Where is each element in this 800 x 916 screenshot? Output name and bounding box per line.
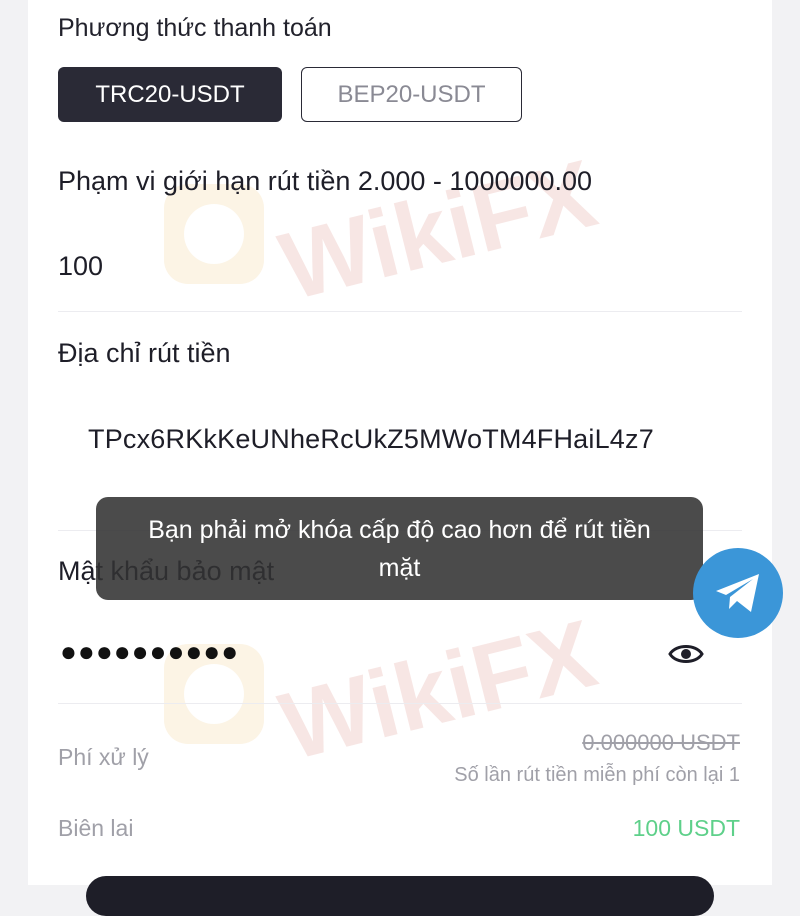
divider xyxy=(58,311,742,312)
submit-button[interactable] xyxy=(86,876,714,916)
error-toast: Bạn phải mở khóa cấp độ cao hơn để rút t… xyxy=(96,497,703,600)
bep20-usdt-button[interactable]: BEP20-USDT xyxy=(301,67,522,122)
telegram-button[interactable] xyxy=(693,548,783,638)
withdraw-limit-text: Phạm vi giới hạn rút tiền 2.000 - 100000… xyxy=(58,166,593,196)
toast-message-line1: Bạn phải mở khóa cấp độ cao hơn để rút t… xyxy=(148,516,651,544)
divider xyxy=(58,703,742,704)
trc20-usdt-button[interactable]: TRC20-USDT xyxy=(58,67,282,122)
withdraw-address-label: Địa chỉ rút tiền xyxy=(58,338,231,368)
eye-icon[interactable] xyxy=(668,638,704,670)
receipt-label: Biên lai xyxy=(58,815,134,841)
telegram-icon xyxy=(716,574,759,612)
receipt-value: 100 USDT xyxy=(632,815,740,841)
fee-value: 0.000000 USDT xyxy=(582,730,740,755)
withdraw-address-input[interactable]: TPcx6RKkKeUNheRcUkZ5MWoTM4FHaiL4z7 xyxy=(88,424,654,455)
toast-message-line2: mặt xyxy=(378,554,421,582)
amount-input[interactable]: 100 xyxy=(58,251,103,282)
fee-label: Phí xử lý xyxy=(58,744,149,770)
payment-method-title: Phương thức thanh toán xyxy=(58,14,332,42)
free-withdrawals-remaining: Số lần rút tiền miễn phí còn lại 1 xyxy=(454,764,740,786)
security-password-input[interactable]: ●●●●●●●●●● xyxy=(60,636,239,668)
